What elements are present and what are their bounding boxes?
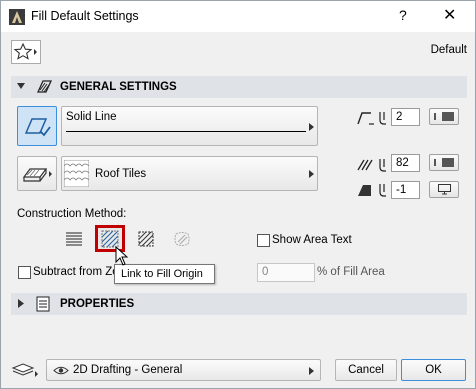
help-button[interactable]: ? (399, 7, 407, 23)
layer-label: 2D Drafting - General (73, 364, 183, 376)
properties-header[interactable]: PROPERTIES (11, 293, 467, 315)
collapse-arrow-icon (17, 83, 25, 89)
subtract-from-zones-label: Subtract from Zo (33, 266, 119, 278)
line-pen-toggle[interactable] (429, 108, 459, 125)
close-button[interactable]: ✕ (443, 5, 456, 25)
roof-tiles-pattern-icon (64, 160, 89, 187)
background-pen-icon (358, 184, 386, 197)
percent-of-fill-area-field[interactable]: 0 (257, 263, 315, 282)
fill-tool-icon (36, 80, 53, 93)
dialog-window: Fill Default Settings ? ✕ Default GENERA… (0, 0, 476, 389)
dropdown-arrow-icon (309, 123, 314, 131)
default-label: Default (430, 44, 467, 56)
rotated-fill-icon[interactable] (137, 230, 155, 248)
line-type-dropdown[interactable]: Solid Line (61, 106, 318, 146)
subtract-from-zones-checkbox[interactable] (18, 266, 31, 279)
window-title: Fill Default Settings (31, 9, 139, 23)
distorted-fill-icon[interactable] (173, 230, 191, 248)
favorites-button[interactable] (11, 40, 41, 64)
general-settings-title: GENERAL SETTINGS (60, 81, 177, 93)
ok-button[interactable]: OK (401, 359, 466, 381)
fill-pen-icon (357, 159, 386, 172)
cancel-label: Cancel (348, 364, 384, 376)
line-type-label: Solid Line (66, 111, 117, 123)
construction-method-label: Construction Method: (17, 208, 127, 220)
fill-pen-toggle[interactable] (429, 154, 459, 171)
archicad-logo-icon (9, 9, 25, 25)
percent-value: 0 (262, 266, 269, 278)
ok-label: OK (425, 364, 442, 376)
fill-category-button[interactable] (17, 156, 57, 191)
percent-of-fill-area-label: % of Fill Area (317, 266, 385, 278)
dropdown-arrow-icon (309, 367, 314, 375)
title-bar: Fill Default Settings ? ✕ (1, 1, 475, 32)
fill-pen-value: 82 (396, 157, 409, 169)
star-icon (13, 42, 37, 60)
background-pen-toggle[interactable] (429, 181, 459, 198)
fill-contour-toggle[interactable] (17, 106, 57, 146)
line-pen-icon (357, 112, 386, 125)
background-pen-field[interactable]: -1 (391, 181, 420, 199)
eye-icon (53, 366, 69, 375)
monitor-icon (438, 184, 451, 195)
layer-dropdown[interactable]: 2D Drafting - General (46, 359, 321, 381)
dropdown-arrow-icon (309, 170, 314, 178)
tooltip-text: Link to Fill Origin (121, 268, 203, 280)
background-pen-value: -1 (396, 184, 407, 196)
fill-pen-field[interactable]: 82 (391, 154, 420, 172)
mouse-cursor-icon (115, 246, 129, 266)
general-settings-header[interactable]: GENERAL SETTINGS (11, 76, 467, 98)
contour-fill-icon (24, 118, 51, 137)
fill-type-dropdown[interactable]: Roof Tiles (61, 156, 318, 191)
layer-icon (11, 363, 38, 377)
show-area-text-label: Show Area Text (272, 234, 352, 246)
fill-type-label: Roof Tiles (95, 168, 147, 180)
line-pen-value: 2 (396, 111, 403, 123)
properties-title: PROPERTIES (60, 298, 135, 310)
cover-fill-icon (22, 168, 52, 182)
cancel-button[interactable]: Cancel (335, 359, 397, 381)
expand-arrow-icon (18, 299, 24, 308)
hatch-lines-icon[interactable] (65, 230, 83, 248)
tooltip: Link to Fill Origin (114, 264, 215, 284)
line-pen-field[interactable]: 2 (391, 108, 420, 126)
line-preview (66, 131, 306, 132)
show-area-text-checkbox[interactable] (257, 234, 270, 247)
properties-icon (36, 296, 50, 312)
